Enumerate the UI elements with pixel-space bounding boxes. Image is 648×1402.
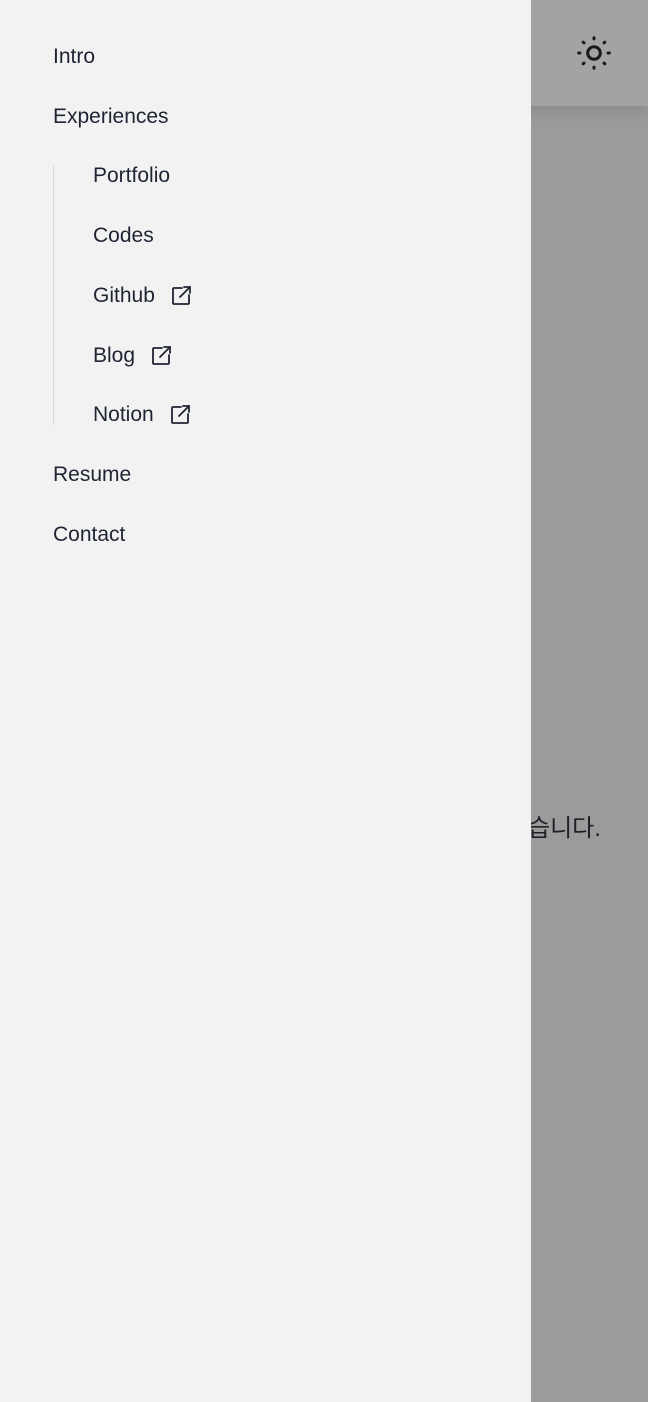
nav-subitem-portfolio[interactable]: Portfolio	[93, 162, 170, 190]
external-link-icon	[168, 403, 192, 427]
background-body-text: 습니다.	[528, 815, 601, 842]
nav-item-contact[interactable]: Contact	[53, 521, 125, 549]
external-link-icon	[169, 284, 193, 308]
submenu-divider	[53, 166, 54, 425]
theme-toggle-button[interactable]	[574, 33, 614, 73]
nav-subitem-label: Notion	[93, 403, 154, 426]
nav-subitem-github[interactable]: Github	[93, 282, 193, 310]
nav-item-resume[interactable]: Resume	[53, 461, 131, 489]
nav-subitem-label: Codes	[93, 224, 154, 247]
nav-subitem-notion[interactable]: Notion	[93, 401, 192, 429]
nav-item-intro[interactable]: Intro	[53, 43, 95, 71]
nav-subitem-label: Blog	[93, 344, 136, 367]
sun-icon	[577, 36, 611, 70]
nav-item-experiences[interactable]: Experiences	[53, 103, 169, 131]
nav-subitem-label: Github	[93, 284, 155, 307]
nav-subitem-blog[interactable]: Blog	[93, 342, 173, 370]
nav-subitem-codes[interactable]: Codes	[93, 222, 154, 250]
nav-subitem-label: Portfolio	[93, 164, 171, 187]
nav-drawer: Intro Experiences Portfolio Codes Github…	[0, 0, 531, 1402]
external-link-icon	[149, 344, 173, 368]
